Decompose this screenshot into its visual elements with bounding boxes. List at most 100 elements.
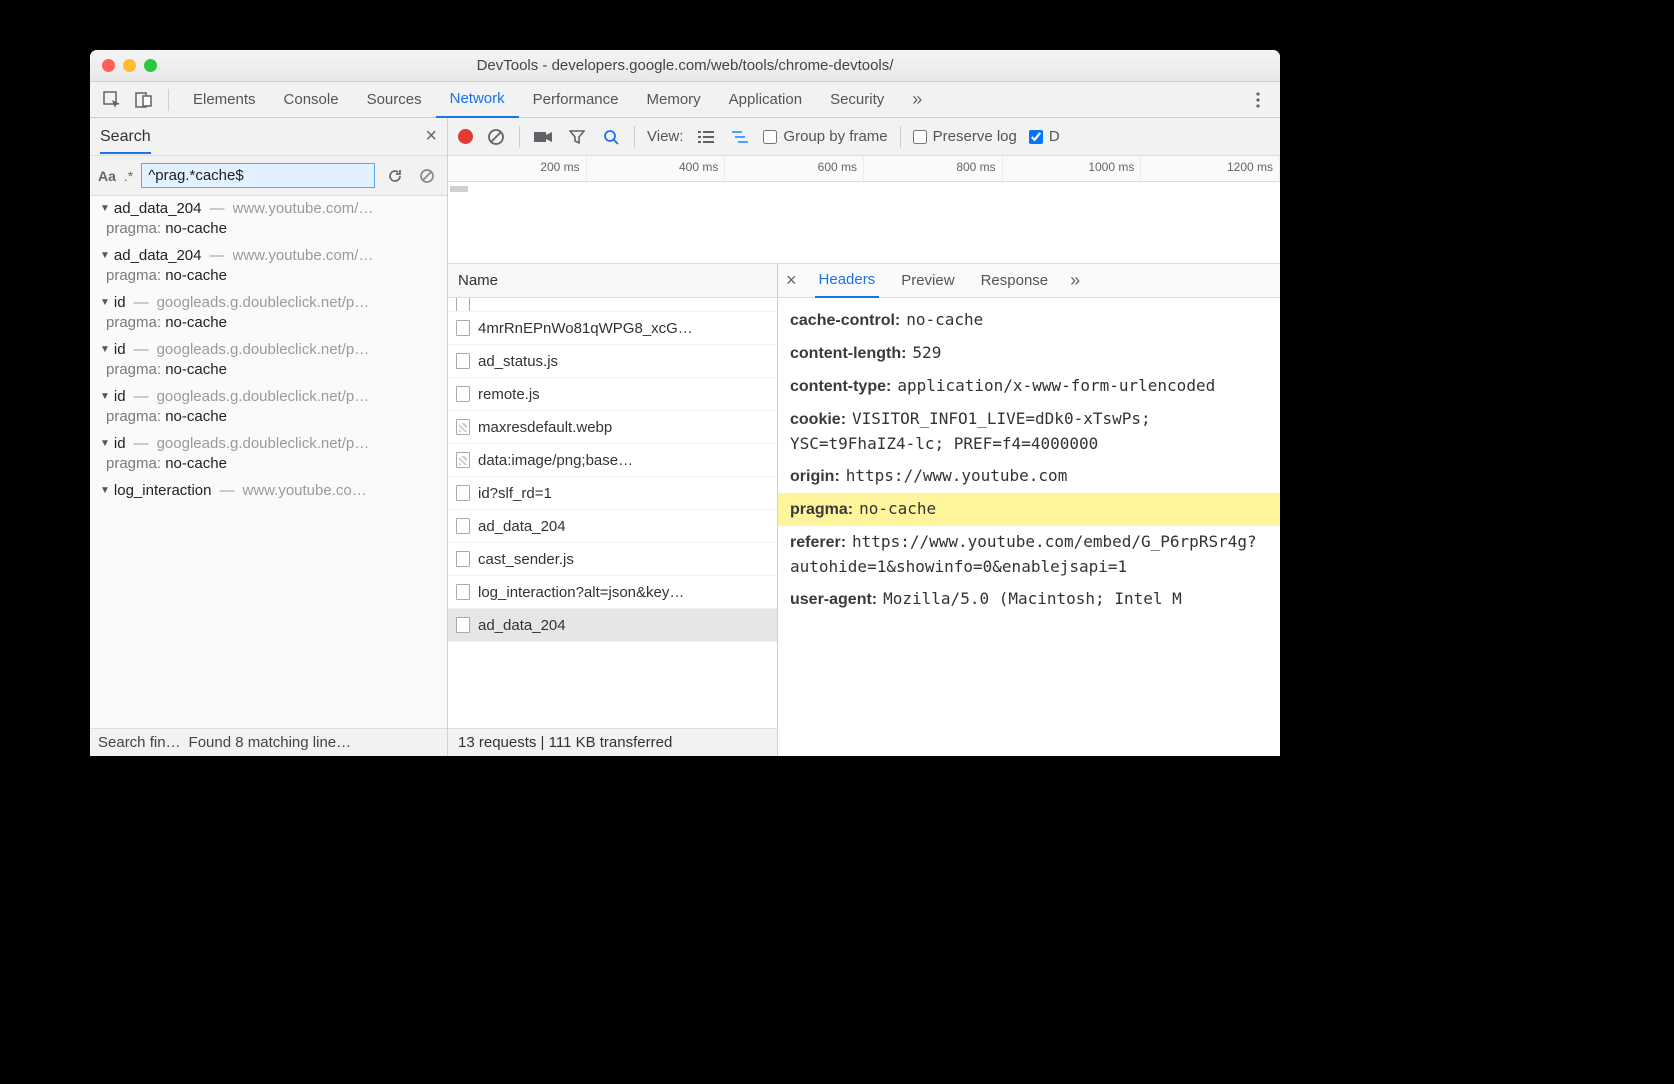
list-view-icon[interactable] bbox=[695, 126, 717, 148]
search-result[interactable]: ▼ log_interaction—www.youtube.co… bbox=[90, 478, 447, 505]
header-key: cookie: bbox=[790, 411, 846, 428]
result-value: no-cache bbox=[165, 361, 227, 378]
preserve-log-input[interactable] bbox=[913, 130, 927, 144]
request-row[interactable]: 4mrRnEPnWo81qWPG8_xcG… bbox=[448, 312, 777, 345]
status-left: Search fin… bbox=[98, 734, 181, 751]
search-result[interactable]: ▼ id—googleads.g.doubleclick.net/p…pragm… bbox=[90, 384, 447, 431]
result-value: no-cache bbox=[165, 314, 227, 331]
tab-application[interactable]: Application bbox=[715, 82, 816, 118]
tab-console[interactable]: Console bbox=[270, 82, 353, 118]
divider bbox=[519, 126, 520, 148]
result-key: pragma: bbox=[106, 361, 161, 378]
regex-icon[interactable]: .* bbox=[124, 168, 133, 184]
header-row[interactable]: referer:https://www.youtube.com/embed/G_… bbox=[778, 526, 1280, 583]
titlebar: DevTools - developers.google.com/web/too… bbox=[90, 50, 1280, 82]
file-icon bbox=[456, 485, 470, 501]
network-panel: View: Group by frame Preserve log bbox=[448, 118, 1280, 756]
request-name: maxresdefault.webp bbox=[478, 419, 612, 436]
header-row[interactable]: cache-control:no-cache bbox=[778, 304, 1280, 337]
clear-icon[interactable] bbox=[485, 126, 507, 148]
search-icon[interactable] bbox=[600, 126, 622, 148]
waterfall-view-icon[interactable] bbox=[729, 126, 751, 148]
search-result[interactable]: ▼ ad_data_204—www.youtube.com/…pragma: n… bbox=[90, 243, 447, 290]
request-row[interactable]: cast_sender.js bbox=[448, 543, 777, 576]
preserve-log-checkbox[interactable]: Preserve log bbox=[913, 128, 1017, 145]
detail-tab-response[interactable]: Response bbox=[977, 264, 1053, 298]
device-toggle-icon[interactable] bbox=[130, 86, 158, 114]
result-key: pragma: bbox=[106, 455, 161, 472]
maximize-icon[interactable] bbox=[144, 59, 157, 72]
group-by-frame-checkbox[interactable]: Group by frame bbox=[763, 128, 887, 145]
search-tab-label[interactable]: Search bbox=[100, 128, 151, 154]
disclosure-icon: ▼ bbox=[100, 344, 110, 355]
request-name: ad_data_204 bbox=[478, 617, 566, 634]
tab-memory[interactable]: Memory bbox=[633, 82, 715, 118]
disclosure-icon: ▼ bbox=[100, 391, 110, 402]
header-row[interactable]: origin:https://www.youtube.com bbox=[778, 460, 1280, 493]
disable-cache-input[interactable] bbox=[1029, 130, 1043, 144]
headers-section: cache-control:no-cachecontent-length:529… bbox=[778, 298, 1280, 756]
request-row[interactable]: ad_data_204 bbox=[448, 510, 777, 543]
tab-performance[interactable]: Performance bbox=[519, 82, 633, 118]
detail-tab-preview[interactable]: Preview bbox=[897, 264, 958, 298]
minimize-icon[interactable] bbox=[123, 59, 136, 72]
request-name: remote.js bbox=[478, 386, 540, 403]
search-result[interactable]: ▼ id—googleads.g.doubleclick.net/p…pragm… bbox=[90, 337, 447, 384]
detail-tab-headers[interactable]: Headers bbox=[815, 264, 880, 298]
tab-network[interactable]: Network bbox=[436, 82, 519, 118]
result-value: no-cache bbox=[165, 220, 227, 237]
more-detail-icon[interactable]: » bbox=[1070, 270, 1080, 291]
request-row[interactable]: data:image/png;base… bbox=[448, 444, 777, 477]
clear-icon[interactable] bbox=[415, 164, 439, 188]
tab-security[interactable]: Security bbox=[816, 82, 898, 118]
disclosure-icon: ▼ bbox=[100, 297, 110, 308]
search-result[interactable]: ▼ id—googleads.g.doubleclick.net/p…pragm… bbox=[90, 431, 447, 478]
header-row[interactable]: user-agent:Mozilla/5.0 (Macintosh; Intel… bbox=[778, 583, 1280, 616]
file-icon bbox=[456, 298, 470, 312]
request-row[interactable]: log_interaction?alt=json&key… bbox=[448, 576, 777, 609]
search-input[interactable] bbox=[141, 163, 375, 188]
divider bbox=[168, 89, 169, 111]
header-row[interactable]: cookie:VISITOR_INFO1_LIVE=dDk0-xTswPs; Y… bbox=[778, 403, 1280, 460]
tab-sources[interactable]: Sources bbox=[353, 82, 436, 118]
close-icon[interactable] bbox=[102, 59, 115, 72]
close-detail-icon[interactable]: × bbox=[786, 270, 797, 291]
request-row[interactable]: maxresdefault.webp bbox=[448, 411, 777, 444]
search-result[interactable]: ▼ ad_data_204—www.youtube.com/…pragma: n… bbox=[90, 196, 447, 243]
more-tabs-icon[interactable]: » bbox=[902, 89, 932, 110]
request-row[interactable]: id?slf_rd=1 bbox=[448, 477, 777, 510]
header-row[interactable]: content-length:529 bbox=[778, 337, 1280, 370]
header-row[interactable]: pragma:no-cache bbox=[778, 493, 1280, 526]
result-key: pragma: bbox=[106, 220, 161, 237]
header-row[interactable]: content-type:application/x-www-form-urle… bbox=[778, 370, 1280, 403]
name-column-header[interactable]: Name bbox=[448, 264, 777, 298]
kebab-menu-icon[interactable] bbox=[1244, 86, 1272, 114]
request-row[interactable]: remote.js bbox=[448, 378, 777, 411]
request-row[interactable]: ad_status.js bbox=[448, 345, 777, 378]
camera-icon[interactable] bbox=[532, 126, 554, 148]
filter-icon[interactable] bbox=[566, 126, 588, 148]
timeline-overview[interactable] bbox=[448, 182, 1280, 264]
match-case-icon[interactable]: Aa bbox=[98, 168, 116, 184]
file-icon bbox=[456, 353, 470, 369]
close-search-icon[interactable]: × bbox=[425, 125, 437, 148]
main-tabs: ElementsConsoleSourcesNetworkPerformance… bbox=[90, 82, 1280, 118]
group-by-frame-input[interactable] bbox=[763, 130, 777, 144]
tab-elements[interactable]: Elements bbox=[179, 82, 270, 118]
result-name: id bbox=[114, 294, 126, 311]
view-label: View: bbox=[647, 128, 683, 145]
header-key: cache-control: bbox=[790, 312, 900, 329]
record-button[interactable] bbox=[458, 129, 473, 144]
disable-cache-checkbox[interactable]: D bbox=[1029, 128, 1060, 145]
refresh-icon[interactable] bbox=[383, 164, 407, 188]
result-key: pragma: bbox=[106, 314, 161, 331]
result-name: id bbox=[114, 388, 126, 405]
inspect-icon[interactable] bbox=[98, 86, 126, 114]
search-result[interactable]: ▼ id—googleads.g.doubleclick.net/p…pragm… bbox=[90, 290, 447, 337]
result-domain: googleads.g.doubleclick.net/p… bbox=[157, 341, 370, 358]
header-key: pragma: bbox=[790, 501, 853, 518]
request-row[interactable] bbox=[448, 298, 777, 312]
request-row[interactable]: ad_data_204 bbox=[448, 609, 777, 642]
group-by-frame-label: Group by frame bbox=[783, 128, 887, 145]
request-name: ad_data_204 bbox=[478, 518, 566, 535]
